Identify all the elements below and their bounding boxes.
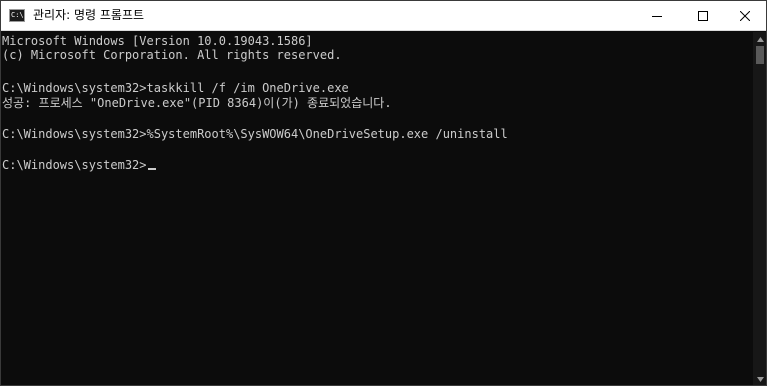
text-cursor bbox=[147, 168, 156, 170]
console-output[interactable]: Microsoft Windows [Version 10.0.19043.15… bbox=[1, 32, 753, 385]
title-bar[interactable]: C:\ 관리자: 명령 프롬프트 bbox=[1, 1, 766, 31]
cmd-icon[interactable]: C:\ bbox=[9, 9, 25, 22]
minimize-button[interactable] bbox=[634, 1, 680, 30]
scroll-up-button[interactable] bbox=[753, 32, 766, 46]
console-line-taskkill-result: 성공: 프로세스 "OneDrive.exe"(PID 8364)이(가) 종료… bbox=[2, 96, 392, 110]
close-button[interactable] bbox=[722, 1, 766, 30]
vertical-scrollbar[interactable] bbox=[753, 32, 766, 385]
cmd-icon-text: C:\ bbox=[11, 11, 24, 19]
maximize-icon bbox=[698, 10, 708, 21]
scroll-down-button[interactable] bbox=[753, 372, 766, 385]
chevron-down-icon bbox=[756, 376, 764, 382]
command-prompt-window: C:\ 관리자: 명령 프롬프트 Microsoft Windows [Vers… bbox=[0, 0, 767, 386]
window-title: 관리자: 명령 프롬프트 bbox=[33, 8, 145, 22]
close-icon bbox=[740, 10, 750, 21]
minimize-icon bbox=[652, 15, 662, 17]
console-line-copyright: (c) Microsoft Corporation. All rights re… bbox=[2, 48, 342, 62]
chevron-up-icon bbox=[756, 36, 764, 42]
console-line-prompt[interactable]: C:\Windows\system32> bbox=[2, 157, 156, 174]
scroll-thumb[interactable] bbox=[756, 46, 764, 64]
maximize-button[interactable] bbox=[680, 1, 726, 30]
console-line-uninstall-command: C:\Windows\system32>%SystemRoot%\SysWOW6… bbox=[2, 127, 508, 141]
prompt-text: C:\Windows\system32> bbox=[2, 158, 147, 172]
